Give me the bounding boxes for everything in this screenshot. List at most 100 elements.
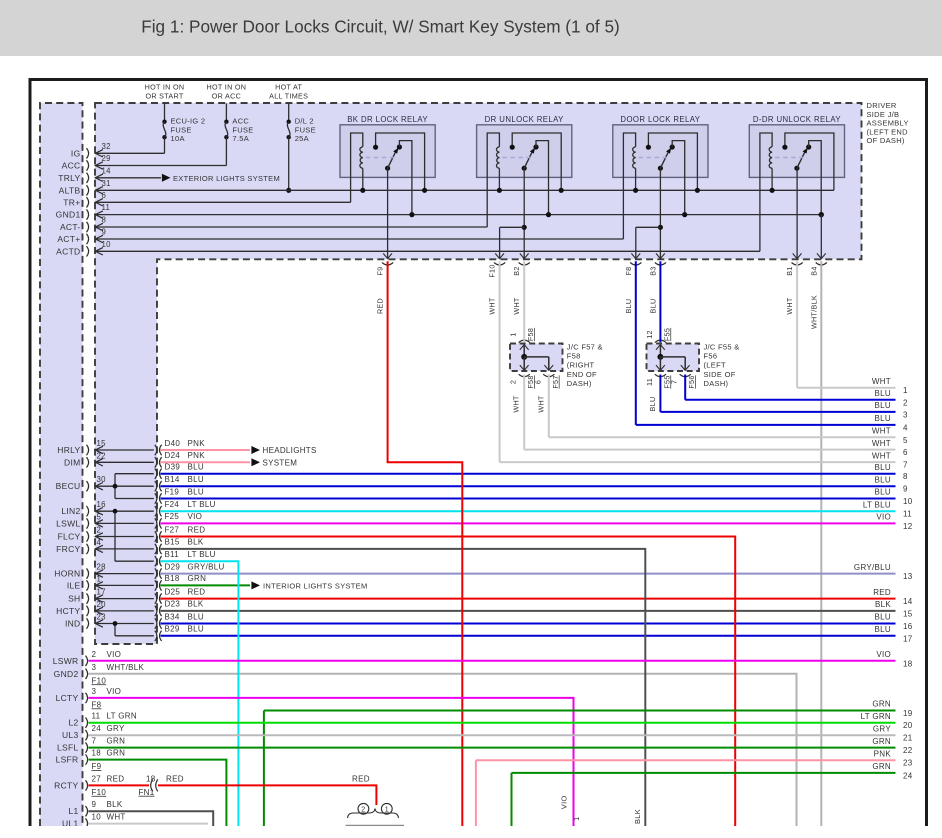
svg-text:BLU: BLU bbox=[188, 487, 204, 496]
svg-text:BLU: BLU bbox=[875, 625, 891, 634]
svg-text:B2: B2 bbox=[512, 266, 521, 275]
svg-text:BLU: BLU bbox=[648, 299, 657, 314]
svg-text:VIO: VIO bbox=[107, 650, 122, 659]
svg-text:WHT: WHT bbox=[512, 395, 521, 413]
svg-text:BLU: BLU bbox=[624, 299, 633, 314]
svg-text:RED: RED bbox=[107, 774, 125, 783]
svg-text:WHT: WHT bbox=[872, 451, 891, 460]
svg-text:F27: F27 bbox=[165, 525, 180, 534]
svg-text:ECU-IG 2: ECU-IG 2 bbox=[171, 117, 206, 126]
svg-text:FRCY: FRCY bbox=[56, 544, 80, 554]
svg-text:OF DASH): OF DASH) bbox=[867, 136, 905, 145]
svg-text:DASH): DASH) bbox=[704, 379, 729, 388]
svg-text:DOOR LOCK RELAY: DOOR LOCK RELAY bbox=[620, 115, 700, 124]
svg-text:SIDE OF: SIDE OF bbox=[704, 370, 736, 379]
svg-text:SYSTEM: SYSTEM bbox=[263, 459, 298, 468]
svg-text:GRN: GRN bbox=[107, 737, 126, 746]
svg-text:6: 6 bbox=[903, 448, 908, 457]
svg-text:BLU: BLU bbox=[188, 475, 204, 484]
svg-text:F10: F10 bbox=[92, 676, 107, 685]
svg-text:(RIGHT: (RIGHT bbox=[567, 361, 595, 370]
svg-text:19: 19 bbox=[903, 709, 913, 718]
svg-text:12: 12 bbox=[903, 522, 913, 531]
svg-text:BLU: BLU bbox=[875, 401, 891, 410]
svg-text:WHT: WHT bbox=[512, 297, 521, 315]
svg-text:PNK: PNK bbox=[874, 749, 892, 758]
svg-text:BLU: BLU bbox=[875, 613, 891, 622]
svg-text:14: 14 bbox=[903, 597, 913, 606]
svg-text:8: 8 bbox=[903, 472, 908, 481]
svg-text:9: 9 bbox=[92, 800, 97, 809]
svg-text:HOT IN ON: HOT IN ON bbox=[207, 83, 247, 92]
svg-text:ACC: ACC bbox=[62, 161, 81, 171]
svg-text:LT GRN: LT GRN bbox=[861, 712, 891, 721]
svg-text:BK DR LOCK RELAY: BK DR LOCK RELAY bbox=[347, 115, 428, 124]
svg-text:5: 5 bbox=[903, 436, 908, 445]
svg-text:13: 13 bbox=[903, 572, 913, 581]
svg-text:OR START: OR START bbox=[145, 92, 183, 101]
svg-text:2: 2 bbox=[97, 526, 102, 535]
svg-text:DR UNLOCK RELAY: DR UNLOCK RELAY bbox=[485, 115, 564, 124]
svg-text:F8: F8 bbox=[624, 267, 633, 276]
svg-text:VIO: VIO bbox=[560, 795, 569, 809]
svg-text:F56: F56 bbox=[687, 375, 696, 388]
svg-text:F58: F58 bbox=[567, 352, 581, 361]
svg-text:OR ACC: OR ACC bbox=[212, 92, 241, 101]
svg-text:BLK: BLK bbox=[107, 800, 123, 809]
svg-text:18: 18 bbox=[146, 774, 156, 783]
svg-text:30: 30 bbox=[97, 475, 107, 484]
svg-text:WHT: WHT bbox=[107, 813, 126, 822]
svg-text:23: 23 bbox=[903, 759, 913, 768]
svg-text:FUSE: FUSE bbox=[232, 125, 253, 134]
svg-text:2: 2 bbox=[92, 650, 97, 659]
svg-text:VIO: VIO bbox=[107, 687, 122, 696]
svg-text:2: 2 bbox=[509, 380, 518, 384]
svg-text:L1: L1 bbox=[68, 806, 78, 816]
svg-text:32: 32 bbox=[102, 142, 111, 151]
svg-text:10: 10 bbox=[92, 813, 102, 822]
svg-text:D39: D39 bbox=[165, 463, 181, 472]
svg-text:F9: F9 bbox=[92, 762, 102, 771]
svg-text:L2: L2 bbox=[68, 718, 78, 728]
svg-text:ACTD: ACTD bbox=[56, 246, 80, 256]
svg-text:14: 14 bbox=[102, 166, 112, 175]
svg-text:3: 3 bbox=[92, 687, 97, 696]
svg-text:BLU: BLU bbox=[188, 463, 204, 472]
svg-text:4: 4 bbox=[903, 423, 908, 432]
svg-text:LT GRN: LT GRN bbox=[107, 712, 137, 721]
svg-text:ASSEMBLY: ASSEMBLY bbox=[867, 119, 909, 128]
svg-text:8: 8 bbox=[102, 216, 107, 225]
svg-text:D/L 2: D/L 2 bbox=[295, 117, 314, 126]
svg-text:B34: B34 bbox=[165, 612, 180, 621]
svg-text:1: 1 bbox=[509, 332, 518, 336]
svg-text:28: 28 bbox=[97, 563, 106, 572]
svg-text:J/C F57 &: J/C F57 & bbox=[567, 342, 603, 351]
svg-text:RED: RED bbox=[188, 587, 206, 596]
svg-text:24: 24 bbox=[92, 724, 102, 733]
svg-text:24: 24 bbox=[903, 771, 913, 780]
svg-text:(LEFT: (LEFT bbox=[704, 361, 726, 370]
svg-text:F24: F24 bbox=[165, 500, 180, 509]
svg-text:HCTY: HCTY bbox=[56, 606, 80, 616]
svg-text:END OF: END OF bbox=[567, 370, 597, 379]
svg-text:25A: 25A bbox=[295, 134, 309, 143]
svg-text:Fig 1: Power Door Locks Circui: Fig 1: Power Door Locks Circuit, W/ Smar… bbox=[141, 17, 620, 37]
svg-text:7: 7 bbox=[903, 461, 908, 470]
svg-text:GND2: GND2 bbox=[54, 669, 79, 679]
svg-text:ACT+: ACT+ bbox=[57, 234, 80, 244]
svg-text:BLU: BLU bbox=[875, 475, 891, 484]
svg-text:RED: RED bbox=[873, 588, 891, 597]
svg-text:LSFR: LSFR bbox=[56, 755, 79, 765]
svg-text:11: 11 bbox=[102, 203, 111, 212]
svg-text:15: 15 bbox=[903, 609, 913, 618]
svg-text:7.5A: 7.5A bbox=[232, 134, 249, 143]
svg-text:LSWL: LSWL bbox=[56, 518, 80, 528]
svg-text:TR+: TR+ bbox=[63, 197, 80, 207]
svg-text:EXTERIOR LIGHTS SYSTEM: EXTERIOR LIGHTS SYSTEM bbox=[173, 174, 280, 183]
svg-text:UL3: UL3 bbox=[62, 730, 79, 740]
svg-text:GND1: GND1 bbox=[56, 210, 81, 220]
svg-text:B29: B29 bbox=[165, 625, 180, 634]
svg-text:10A: 10A bbox=[171, 134, 185, 143]
svg-text:21: 21 bbox=[903, 734, 913, 743]
svg-text:D-DR UNLOCK RELAY: D-DR UNLOCK RELAY bbox=[753, 115, 842, 124]
